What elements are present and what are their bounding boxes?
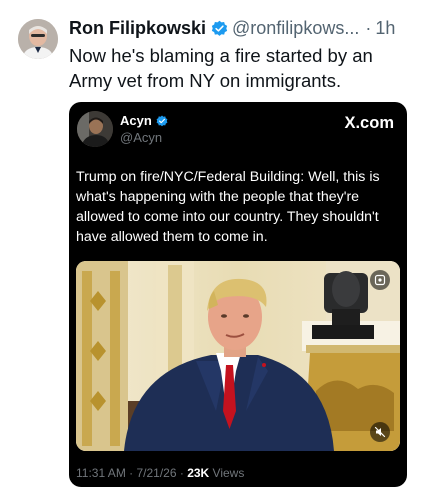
embed-author-avatar[interactable] [77,111,113,147]
author-name[interactable]: Ron Filipkowski [69,18,206,39]
embed-verified-badge-icon [156,115,168,126]
embedded-post-card[interactable]: Acyn @Acyn X.com Trump on fire/NYC/Feder… [69,102,407,487]
video-frame [76,261,400,451]
embed-post-text: Trump on fire/NYC/Federal Building: Well… [76,169,380,245]
embed-author-name-row: Acyn [120,113,168,128]
embed-author-handle[interactable]: @Acyn [120,130,162,145]
gif-badge-icon[interactable] [370,270,390,290]
embed-video[interactable] [76,261,400,451]
embed-views-label: Views [212,466,245,480]
verified-badge-icon [211,20,228,36]
author-photo [18,19,58,59]
author-handle[interactable]: @ronfilipkows... [232,18,359,39]
post-text: Now he's blaming a fire started by an Ar… [69,45,373,91]
mute-icon[interactable] [370,422,390,442]
header-separator: · [365,17,372,38]
post-header: Ron Filipkowski @ronfilipkows... · 1h [69,16,411,40]
embed-timestamp[interactable]: 11:31 AM · 7/21/26 · [76,466,184,480]
site-label[interactable]: X.com [344,114,394,133]
embed-footer: 11:31 AM · 7/21/26 · 23K Views [76,466,244,480]
embed-views-count: 23K [187,466,210,480]
embed-author-photo [77,111,113,147]
embed-author-name[interactable]: Acyn [120,113,152,128]
author-avatar[interactable] [18,19,58,59]
post-timestamp[interactable]: 1h [375,18,395,39]
